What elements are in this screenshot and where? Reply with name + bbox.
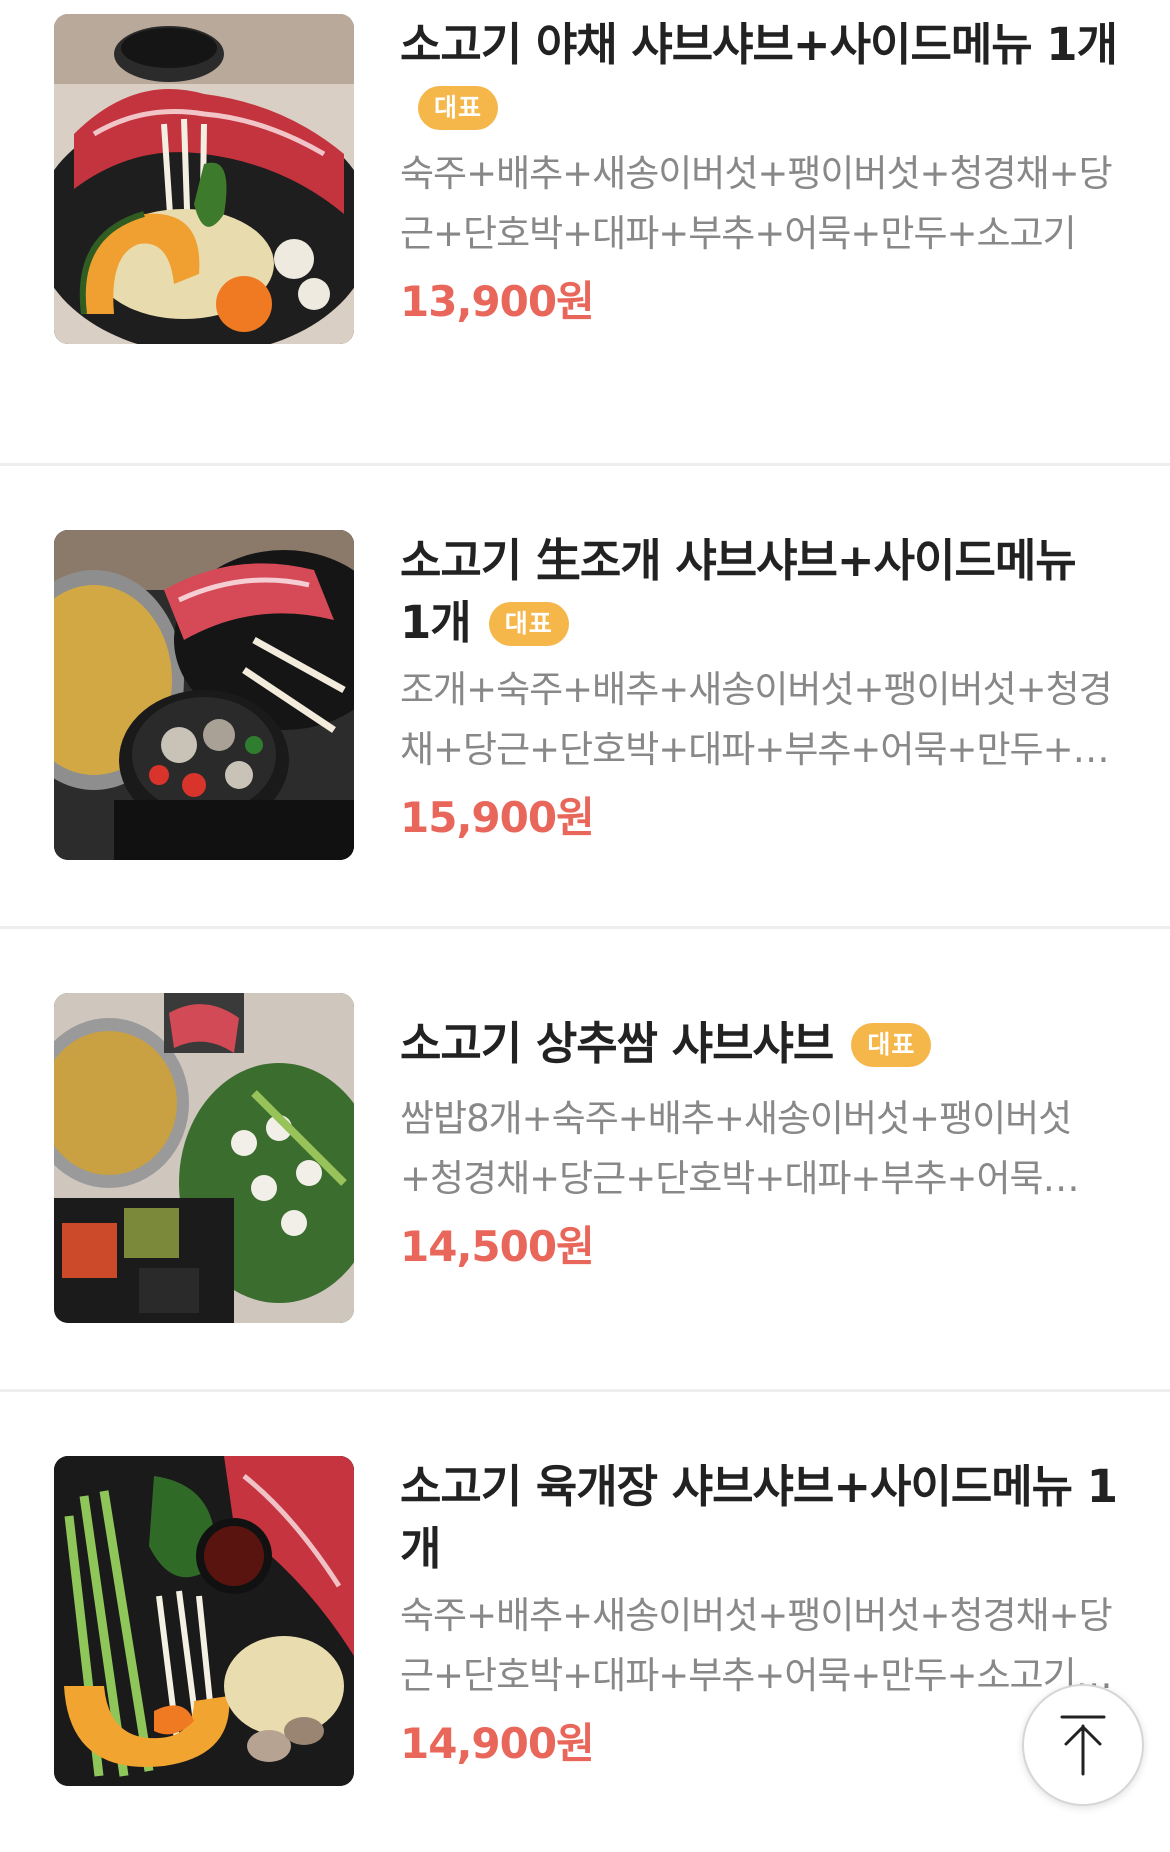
menu-item[interactable]: 소고기 상추쌈 샤브샤브 대표 쌈밥8개+숙주+배추+새송이버섯+팽이버섯+청경채… — [0, 926, 1170, 1389]
menu-photo — [54, 530, 354, 860]
menu-price: 13,900원 — [400, 277, 595, 326]
arrow-up-to-top-icon — [1060, 1715, 1106, 1776]
signature-badge: 대표 — [418, 86, 499, 130]
signature-badge: 대표 — [851, 1023, 932, 1067]
menu-info: 소고기 生조개 샤브샤브+사이드메뉴 1개 대표 조개+숙주+배추+새송이버섯+팽… — [400, 530, 1120, 848]
menu-photo — [54, 1456, 354, 1786]
menu-title: 소고기 生조개 샤브샤브+사이드메뉴 1개 대표 — [400, 530, 1120, 654]
menu-price: 14,500원 — [400, 1222, 595, 1271]
menu-name: 소고기 육개장 샤브샤브+사이드메뉴 1개 — [400, 1460, 1118, 1575]
menu-info: 소고기 육개장 샤브샤브+사이드메뉴 1개 숙주+배추+새송이버섯+팽이버섯+청… — [400, 1456, 1120, 1774]
menu-name: 소고기 야채 샤브샤브+사이드메뉴 1개 — [400, 18, 1118, 71]
menu-description: 조개+숙주+배추+새송이버섯+팽이버섯+청경채+당근+단호박+대파+부추+어묵+… — [400, 668, 1113, 771]
menu-photo — [54, 993, 354, 1323]
menu-description: 숙주+배추+새송이버섯+팽이버섯+청경채+당근+단호박+대파+부추+어묵+만두+… — [400, 1594, 1113, 1697]
scroll-to-top-button[interactable] — [1022, 1684, 1144, 1806]
menu-item[interactable]: 소고기 육개장 샤브샤브+사이드메뉴 1개 숙주+배추+새송이버섯+팽이버섯+청… — [0, 1389, 1170, 1852]
menu-photo — [54, 14, 354, 344]
menu-title: 소고기 상추쌈 샤브샤브 대표 — [400, 1013, 1120, 1075]
menu-item[interactable]: 소고기 生조개 샤브샤브+사이드메뉴 1개 대표 조개+숙주+배추+새송이버섯+팽… — [0, 463, 1170, 926]
menu-title: 소고기 육개장 샤브샤브+사이드메뉴 1개 — [400, 1456, 1120, 1580]
menu-name: 소고기 상추쌈 샤브샤브 — [400, 1017, 834, 1070]
menu-description: 숙주+배추+새송이버섯+팽이버섯+청경채+당근+단호박+대파+부추+어묵+만두+… — [400, 152, 1113, 255]
signature-badge: 대표 — [488, 602, 569, 646]
menu-price: 14,900원 — [400, 1719, 595, 1768]
menu-title: 소고기 야채 샤브샤브+사이드메뉴 1개대표 — [400, 14, 1120, 138]
menu-info: 소고기 상추쌈 샤브샤브 대표 쌈밥8개+숙주+배추+새송이버섯+팽이버섯+청경채… — [400, 993, 1120, 1277]
menu-list: 소고기 야채 샤브샤브+사이드메뉴 1개대표 숙주+배추+새송이버섯+팽이버섯+… — [0, 0, 1170, 1852]
menu-price: 15,900원 — [400, 793, 595, 842]
menu-info: 소고기 야채 샤브샤브+사이드메뉴 1개대표 숙주+배추+새송이버섯+팽이버섯+… — [400, 14, 1120, 332]
menu-description: 쌈밥8개+숙주+배추+새송이버섯+팽이버섯+청경채+당근+단호박+대파+부추+어… — [400, 1097, 1072, 1200]
menu-item[interactable]: 소고기 야채 샤브샤브+사이드메뉴 1개대표 숙주+배추+새송이버섯+팽이버섯+… — [0, 0, 1170, 463]
